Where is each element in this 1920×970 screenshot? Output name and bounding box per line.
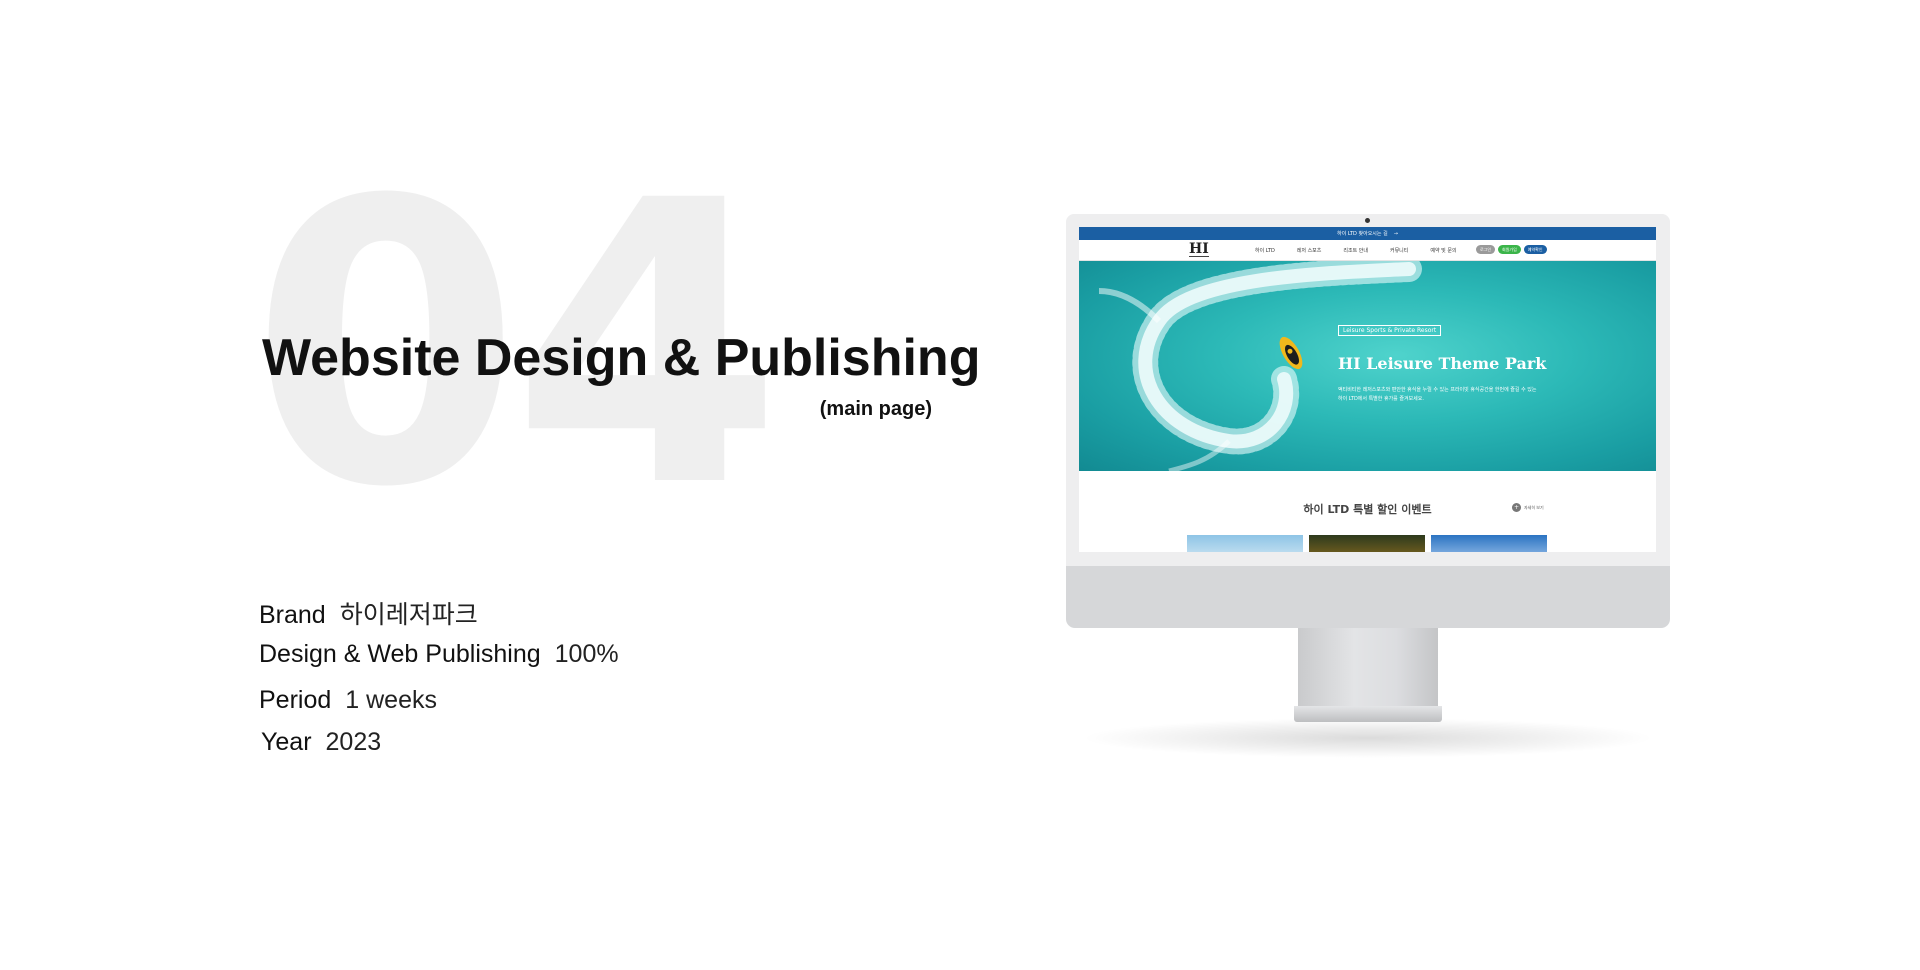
info-label: Year: [261, 728, 312, 756]
plus-icon: +: [1512, 503, 1521, 512]
info-value: 1 weeks: [345, 686, 437, 714]
site-topbar[interactable]: 하이 LTD 찾아오시는 길 →: [1079, 227, 1656, 240]
nav-item-resort[interactable]: 리조트 안내: [1343, 247, 1368, 254]
event-more-link[interactable]: + 자세히 보기: [1512, 503, 1544, 512]
monitor-stand-base: [1294, 706, 1442, 722]
hero-tag: Leisure Sports & Private Resort: [1338, 325, 1442, 336]
page-subtitle: (main page): [819, 398, 932, 420]
info-label: Design & Web Publishing: [259, 640, 541, 668]
reserve-check-button[interactable]: 예약확인: [1523, 245, 1547, 254]
info-period: Period 1 weeks: [259, 686, 437, 715]
event-thumbnail[interactable]: [1309, 535, 1425, 552]
camera-icon: [1365, 218, 1370, 223]
info-label: Brand: [259, 601, 326, 629]
nav-item-reservation[interactable]: 예약 및 문의: [1430, 247, 1456, 254]
hero-description: 액티비티한 레저스포츠와 편안한 휴식을 누릴 수 있는 프라이빗 휴식공간을 …: [1338, 387, 1537, 402]
hero-banner: Leisure Sports & Private Resort HI Leisu…: [1079, 261, 1656, 471]
join-button[interactable]: 회원가입: [1498, 245, 1521, 254]
info-brand: Brand 하이레저파크: [259, 595, 478, 631]
site-logo[interactable]: HI: [1189, 242, 1209, 257]
info-design: Design & Web Publishing 100%: [259, 640, 619, 669]
info-year: Year 2023: [261, 728, 381, 757]
arrow-right-icon: →: [1393, 230, 1398, 237]
info-value: 하이레저파크: [339, 601, 478, 629]
monitor-mockup: 하이 LTD 찾아오시는 길 → HI 하이 LTD 레저 스포츠 리조트 안내…: [1066, 214, 1670, 628]
site-header: HI 하이 LTD 레저 스포츠 리조트 안내 커뮤니티 예약 및 문의 로그인…: [1079, 240, 1656, 261]
event-section: 하이 LTD 특별 할인 이벤트 + 자세히 보기: [1079, 471, 1656, 552]
nav-item-company[interactable]: 하이 LTD: [1255, 247, 1275, 254]
site-auth: 로그인 회원가입 예약확인: [1476, 245, 1547, 254]
monitor-shadow: [1080, 718, 1656, 758]
topbar-link[interactable]: 하이 LTD 찾아오시는 길: [1337, 230, 1388, 237]
hero-title: HI Leisure Theme Park: [1338, 354, 1547, 373]
site-nav: 하이 LTD 레저 스포츠 리조트 안내 커뮤니티 예약 및 문의: [1255, 247, 1457, 254]
login-button[interactable]: 로그인: [1476, 245, 1496, 254]
event-more-label: 자세히 보기: [1524, 504, 1544, 510]
info-value: 100%: [554, 640, 619, 668]
event-thumbnail[interactable]: [1431, 535, 1547, 552]
monitor-screen: 하이 LTD 찾아오시는 길 → HI 하이 LTD 레저 스포츠 리조트 안내…: [1079, 227, 1656, 552]
event-thumbnail[interactable]: [1187, 535, 1303, 552]
monitor-bezel: 하이 LTD 찾아오시는 길 → HI 하이 LTD 레저 스포츠 리조트 안내…: [1066, 214, 1670, 566]
event-thumbnails: [1187, 535, 1547, 552]
event-title: 하이 LTD 특별 할인 이벤트: [1303, 503, 1432, 516]
nav-item-community[interactable]: 커뮤니티: [1390, 247, 1408, 254]
info-value: 2023: [325, 728, 382, 756]
monitor-chin: [1066, 566, 1670, 628]
info-label: Period: [259, 686, 332, 714]
monitor-stand: [1298, 628, 1438, 708]
page-title: Website Design & Publishing: [262, 329, 981, 387]
nav-item-leisure[interactable]: 레저 스포츠: [1297, 247, 1322, 254]
